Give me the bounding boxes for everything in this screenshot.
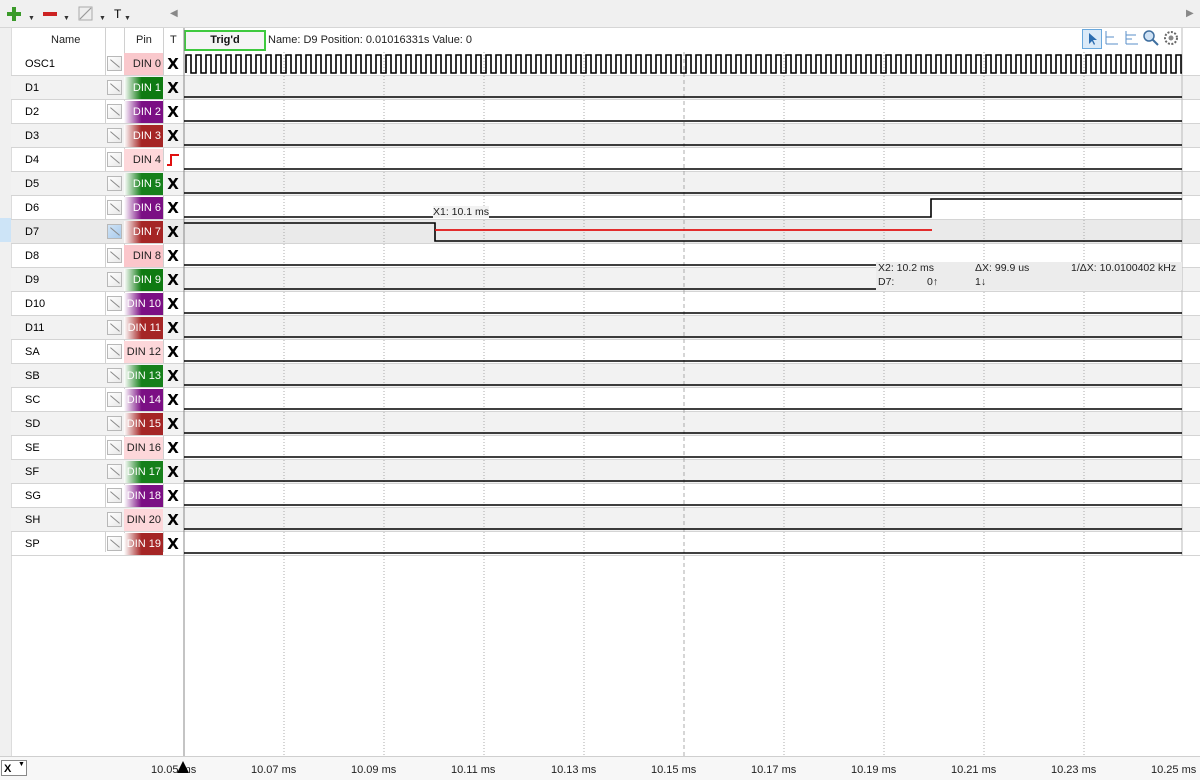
value-at-x2: 1↓ — [975, 276, 987, 288]
zoom-value: X — [4, 763, 12, 775]
time-tick-label: 10.25 ms — [1151, 764, 1197, 776]
time-tick-label: 10.13 ms — [551, 764, 597, 776]
d7-trace — [184, 222, 1182, 242]
time-tick-label: 10.23 ms — [1051, 764, 1097, 776]
time-tick-label: 10.05 ms — [151, 764, 197, 776]
d6-trace — [184, 198, 1182, 218]
cursor-measurement-box: X2: 10.2 ms ΔX: 99.9 us 1/ΔX: 10.0100402… — [876, 262, 1182, 290]
time-tick-label: 10.15 ms — [651, 764, 697, 776]
cursor-channel-label: D7: — [878, 276, 895, 288]
delta-x-label: ΔX: 99.9 us — [975, 262, 1030, 274]
time-tick-label: 10.19 ms — [851, 764, 897, 776]
cursor-x1-label[interactable]: X1: 10.1 ms — [433, 206, 490, 218]
inverse-delta-x-label: 1/ΔX: 10.0100402 kHz — [1071, 262, 1177, 274]
cursor-x2-label: X2: 10.2 ms — [878, 262, 935, 274]
chevron-down-icon[interactable]: ▼ — [18, 761, 25, 768]
time-tick-label: 10.17 ms — [751, 764, 797, 776]
time-tick-label: 10.21 ms — [951, 764, 997, 776]
time-tick-label: 10.07 ms — [251, 764, 297, 776]
value-at-x1: 0↑ — [927, 276, 939, 288]
time-axis-bar: X ▼ 10.05 ms 10.07 ms 10.09 ms 10.11 ms 10.1… — [0, 756, 1200, 780]
time-tick-label: 10.11 ms — [451, 764, 496, 776]
osc1-clock-trace — [185, 54, 1182, 74]
waveform-plot[interactable] — [0, 0, 1200, 756]
trigger-position-marker[interactable] — [177, 761, 189, 773]
time-tick-label: 10.09 ms — [351, 764, 397, 776]
